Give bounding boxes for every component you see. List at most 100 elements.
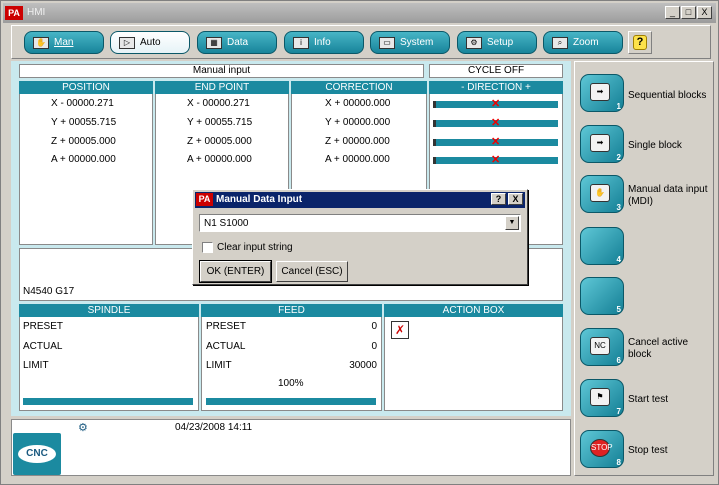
position-z: Z + 00005.000 — [51, 136, 116, 147]
action-box-panel — [384, 304, 563, 411]
title-bar: PA HMI _ □ X — [3, 3, 716, 23]
softkey-5[interactable]: 5 — [580, 277, 624, 315]
checkered-flag-icon: ⚑ — [590, 388, 610, 406]
correction-a: A + 00000.000 — [325, 154, 390, 165]
position-x: X - 00000.271 — [51, 98, 114, 109]
spindle-title: SPINDLE — [19, 304, 199, 317]
end-point-y: Y + 00055.715 — [187, 117, 253, 128]
spindle-preset-label: PRESET — [23, 321, 64, 332]
auto-button[interactable]: ▷ Auto — [110, 31, 190, 54]
auto-icon: ▷ — [119, 36, 135, 49]
feed-progress-bar — [206, 398, 376, 405]
chevron-down-icon[interactable]: ▼ — [505, 216, 519, 230]
clear-input-label: Clear input string — [217, 242, 293, 253]
info-icon: i — [293, 36, 309, 49]
dialog-close-button[interactable]: X — [508, 193, 523, 205]
system-button[interactable]: ▭ System — [370, 31, 450, 54]
spindle-limit-label: LIMIT — [23, 360, 49, 371]
status-bar: CNC ⚙ 04/23/2008 14:11 — [11, 419, 571, 476]
correction-x: X + 00000.000 — [325, 98, 391, 109]
mdi-icon: ✋ — [590, 184, 610, 202]
help-icon: ? — [633, 35, 647, 50]
direction-title: - DIRECTION + — [429, 81, 563, 94]
correction-title: CORRECTION — [291, 81, 427, 94]
dialog-title-bar: PA Manual Data Input ? X — [195, 192, 525, 208]
softkey-7-number: 7 — [616, 407, 621, 416]
cancel-block-icon: NC — [590, 337, 610, 355]
close-button[interactable]: X — [697, 6, 712, 19]
system-label: System — [400, 37, 434, 48]
dialog-help-button[interactable]: ? — [491, 193, 506, 205]
action-icon[interactable]: ✗ — [391, 321, 409, 339]
help-button[interactable]: ? — [628, 31, 652, 54]
end-point-z: Z + 00005.000 — [187, 136, 252, 147]
status-datetime: 04/23/2008 14:11 — [175, 422, 253, 433]
main-toolbar: ✋ Man ▷ Auto ▦ Data i Info ▭ System ⚙ Setup ⌕ Z… — [11, 25, 711, 59]
man-button[interactable]: ✋ Man — [24, 31, 104, 54]
zoom-icon: ⌕ — [552, 36, 568, 49]
direction-marker-a: ✕ — [491, 154, 501, 166]
feed-title: FEED — [201, 304, 382, 317]
softkey-3[interactable]: ✋ 3 — [580, 175, 624, 213]
feed-limit-value: 30000 — [349, 360, 377, 371]
dialog-pa-logo: PA — [196, 193, 213, 206]
setup-button[interactable]: ⚙ Setup — [457, 31, 537, 54]
softkey-1-label: Sequential blocks — [628, 90, 707, 101]
info-button[interactable]: i Info — [284, 31, 364, 54]
status-indicator-icon: ⚙ — [78, 422, 88, 434]
hmi-window: PA HMI _ □ X ✋ Man ▷ Auto ▦ Data i Info ▭ Sys… — [0, 0, 719, 485]
direction-marker-y: ✕ — [491, 117, 501, 129]
hand-icon: ✋ — [33, 36, 49, 49]
softkey-4-number: 4 — [616, 255, 621, 264]
setup-label: Setup — [487, 37, 514, 48]
stop-icon: STOP — [590, 439, 613, 457]
softkey-4[interactable]: 4 — [580, 227, 624, 265]
softkey-3-number: 3 — [616, 203, 621, 212]
manual-data-input-dialog: PA Manual Data Input ? X N1 S1000 ▼ Clea… — [192, 189, 528, 285]
softkey-6-label: Cancel active block — [628, 337, 689, 360]
mdi-input-value: N1 S1000 — [204, 218, 249, 229]
feed-actual-value: 0 — [371, 341, 377, 352]
softkey-1-number: 1 — [616, 102, 621, 111]
softkey-7[interactable]: ⚑ 7 — [580, 379, 624, 417]
dialog-title: Manual Data Input — [216, 194, 303, 205]
zoom-button[interactable]: ⌕ Zoom — [543, 31, 623, 54]
correction-z: Z + 00000.000 — [325, 136, 390, 147]
softkey-8[interactable]: STOP 8 — [580, 430, 624, 468]
end-point-title: END POINT — [155, 81, 289, 94]
softkey-1[interactable]: ➡ 1 — [580, 74, 624, 112]
feed-limit-label: LIMIT — [206, 360, 232, 371]
action-box-title: ACTION BOX — [384, 304, 563, 317]
cnc-logo: CNC — [13, 433, 61, 475]
maximize-button[interactable]: □ — [681, 6, 696, 19]
position-y: Y + 00055.715 — [51, 117, 117, 128]
feed-preset-value: 0 — [371, 321, 377, 332]
cnc-logo-text: CNC — [18, 445, 56, 463]
data-icon: ▦ — [206, 36, 222, 49]
feed-override: 100% — [278, 378, 304, 389]
position-a: A + 00000.000 — [51, 154, 116, 165]
softkey-6[interactable]: NC 6 — [580, 328, 624, 366]
feed-preset-label: PRESET — [206, 321, 247, 332]
auto-label: Auto — [140, 37, 161, 48]
mdi-input-combobox[interactable]: N1 S1000 ▼ — [199, 214, 521, 232]
softkey-2[interactable]: ➡ 2 — [580, 125, 624, 163]
softkey-6-number: 6 — [616, 356, 621, 365]
ok-button[interactable]: OK (ENTER) — [199, 260, 272, 283]
data-button[interactable]: ▦ Data — [197, 31, 277, 54]
setup-icon: ⚙ — [466, 36, 482, 49]
spindle-actual-label: ACTUAL — [23, 341, 63, 352]
softkey-2-label: Single block — [628, 140, 682, 151]
sequential-icon: ➡ — [590, 83, 610, 101]
direction-marker-z: ✕ — [491, 136, 501, 148]
window-title: HMI — [27, 7, 46, 18]
system-icon: ▭ — [379, 36, 395, 49]
single-block-icon: ➡ — [590, 134, 610, 152]
softkey-5-number: 5 — [616, 305, 621, 314]
softkey-7-label: Start test — [628, 394, 669, 405]
data-label: Data — [227, 37, 249, 48]
cancel-button[interactable]: Cancel (ESC) — [276, 261, 348, 282]
position-title: POSITION — [19, 81, 153, 94]
clear-input-checkbox[interactable] — [202, 242, 213, 253]
minimize-button[interactable]: _ — [665, 6, 680, 19]
